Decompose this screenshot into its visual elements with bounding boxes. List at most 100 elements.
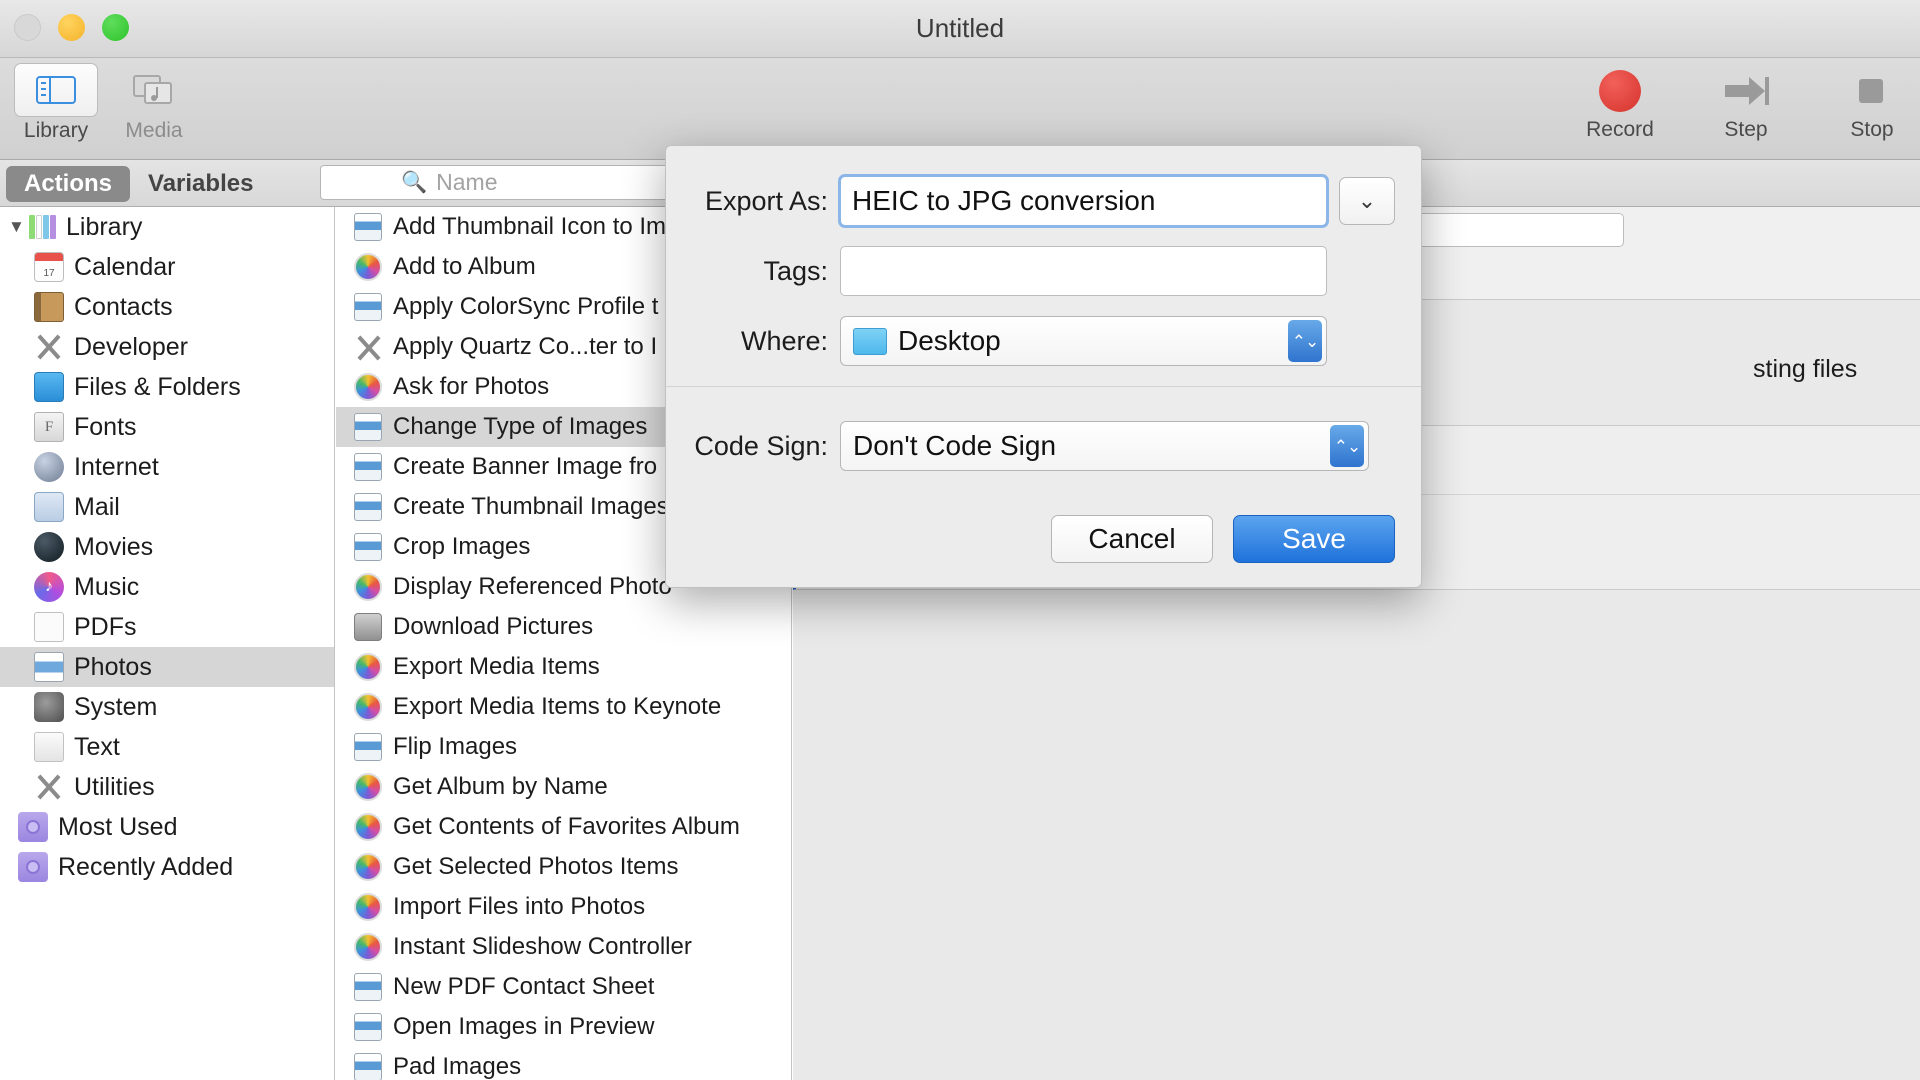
- sidebar-label: Files & Folders: [74, 372, 241, 401]
- action-label: Import Files into Photos: [393, 893, 646, 920]
- step-button[interactable]: Step: [1698, 68, 1794, 142]
- export-as-row: Export As: HEIC to JPG conversion ⌄: [666, 174, 1421, 228]
- sidebar-item-files-folders[interactable]: Files & Folders: [0, 367, 334, 407]
- code-sign-stepper-icon[interactable]: ⌃⌄: [1330, 425, 1364, 467]
- action-label: Add Thumbnail Icon to Im: [393, 213, 667, 240]
- list-item[interactable]: Flip Images: [336, 727, 791, 767]
- stop-button[interactable]: Stop: [1824, 68, 1920, 142]
- list-item[interactable]: Get Selected Photos Items: [336, 847, 791, 887]
- list-item[interactable]: Get Contents of Favorites Album: [336, 807, 791, 847]
- photos-app-icon: [354, 813, 382, 841]
- library-toolbar-button[interactable]: Library: [12, 63, 100, 143]
- image-action-icon: [354, 733, 382, 761]
- utilities-icon: [354, 333, 382, 361]
- library-icon: [28, 214, 58, 240]
- contacts-icon: [34, 292, 64, 322]
- list-item[interactable]: Download Pictures: [336, 607, 791, 647]
- sidebar-item-developer[interactable]: Developer: [0, 327, 334, 367]
- export-as-field[interactable]: HEIC to JPG conversion: [838, 174, 1329, 228]
- list-item[interactable]: Instant Slideshow Controller: [336, 927, 791, 967]
- list-item[interactable]: Export Media Items: [336, 647, 791, 687]
- image-action-icon: [354, 973, 382, 1001]
- code-sign-popup[interactable]: Don't Code Sign ⌃⌄: [840, 421, 1369, 471]
- sidebar-root-library[interactable]: ▼ Library: [0, 207, 334, 247]
- action-label: Open Images in Preview: [393, 1013, 655, 1040]
- calendar-icon: 17: [34, 252, 64, 282]
- sidebar-item-music[interactable]: ♪ Music: [0, 567, 334, 607]
- list-item[interactable]: Open Images in Preview: [336, 1007, 791, 1047]
- media-toolbar-button[interactable]: Media: [110, 63, 198, 143]
- tags-field[interactable]: [840, 246, 1327, 296]
- finder-icon: [34, 372, 64, 402]
- action-label: Apply ColorSync Profile t: [393, 293, 659, 320]
- save-button[interactable]: Save: [1233, 515, 1395, 563]
- photos-app-icon: [354, 853, 382, 881]
- chevron-down-icon[interactable]: ⌄: [1339, 177, 1395, 225]
- action-label: Export Media Items: [393, 653, 600, 680]
- action-label: Ask for Photos: [393, 373, 550, 400]
- stop-label: Stop: [1850, 118, 1894, 141]
- sidebar-label: Internet: [74, 452, 159, 481]
- step-label: Step: [1724, 118, 1768, 141]
- quicktime-icon: [34, 532, 64, 562]
- search-input[interactable]: 🔍 Name: [320, 165, 688, 200]
- list-item[interactable]: Pad Images: [336, 1047, 791, 1080]
- record-button[interactable]: Record: [1572, 68, 1668, 142]
- photos-icon: [34, 652, 64, 682]
- sidebar-item-internet[interactable]: Internet: [0, 447, 334, 487]
- sidebar-item-text[interactable]: Text: [0, 727, 334, 767]
- save-dialog-mid: Code Sign: Don't Code Sign ⌃⌄: [666, 387, 1421, 471]
- sidebar-label: Developer: [74, 332, 188, 361]
- image-action-icon: [354, 213, 382, 241]
- photos-app-icon: [354, 253, 382, 281]
- list-item[interactable]: Import Files into Photos: [336, 887, 791, 927]
- sidebar-item-utilities[interactable]: Utilities: [0, 767, 334, 807]
- list-item[interactable]: Get Album by Name: [336, 767, 791, 807]
- disclosure-triangle-icon[interactable]: ▼: [8, 217, 28, 237]
- export-as-label: Export As:: [704, 185, 828, 216]
- save-dialog-buttons: Cancel Save: [1051, 515, 1395, 563]
- action-label: Get Selected Photos Items: [393, 853, 679, 880]
- action-label: Download Pictures: [393, 613, 594, 640]
- internet-icon: [34, 452, 64, 482]
- sidebar-item-system[interactable]: System: [0, 687, 334, 727]
- media-toolbar-label: Media: [125, 119, 183, 142]
- code-sign-value: Don't Code Sign: [853, 430, 1057, 461]
- sidebar-group-most-used[interactable]: Most Used: [0, 807, 334, 847]
- list-item[interactable]: Export Media Items to Keynote: [336, 687, 791, 727]
- mail-icon: [34, 492, 64, 522]
- where-popup[interactable]: Desktop ⌃⌄: [840, 316, 1327, 366]
- sidebar-item-mail[interactable]: Mail: [0, 487, 334, 527]
- sidebar-root-label: Library: [66, 212, 143, 241]
- sidebar-label: Music: [74, 572, 140, 601]
- sidebar-item-pdfs[interactable]: PDFs: [0, 607, 334, 647]
- sidebar-label: PDFs: [74, 612, 137, 641]
- save-dialog: Export As: HEIC to JPG conversion ⌄ Tags…: [665, 145, 1422, 588]
- where-value: Desktop: [898, 325, 1001, 356]
- library-panel-icon: [14, 63, 98, 117]
- media-panel-icon: [112, 63, 196, 117]
- sidebar-item-fonts[interactable]: F Fonts: [0, 407, 334, 447]
- where-stepper-icon[interactable]: ⌃⌄: [1288, 320, 1322, 362]
- sidebar-item-photos[interactable]: Photos: [0, 647, 334, 687]
- sidebar-item-movies[interactable]: Movies: [0, 527, 334, 567]
- step-icon: [1719, 68, 1773, 114]
- photos-app-icon: [354, 573, 382, 601]
- action-label: Add to Album: [393, 253, 536, 280]
- tab-variables[interactable]: Variables: [130, 166, 271, 202]
- folder-icon: [853, 327, 887, 355]
- tab-actions[interactable]: Actions: [6, 166, 131, 202]
- library-sidebar[interactable]: ▼ Library 17 Calendar Contacts Developer…: [0, 207, 335, 1080]
- action-label: Crop Images: [393, 533, 531, 560]
- image-action-icon: [354, 533, 382, 561]
- media-panel-glyph: [133, 75, 172, 104]
- search-placeholder: Name: [436, 169, 498, 195]
- cancel-button[interactable]: Cancel: [1051, 515, 1213, 563]
- existing-files-text: sting files: [1753, 355, 1858, 383]
- sidebar-label: Calendar: [74, 252, 176, 281]
- list-item[interactable]: New PDF Contact Sheet: [336, 967, 791, 1007]
- sidebar-item-contacts[interactable]: Contacts: [0, 287, 334, 327]
- sidebar-item-calendar[interactable]: 17 Calendar: [0, 247, 334, 287]
- image-action-icon: [354, 493, 382, 521]
- sidebar-group-recently-added[interactable]: Recently Added: [0, 847, 334, 887]
